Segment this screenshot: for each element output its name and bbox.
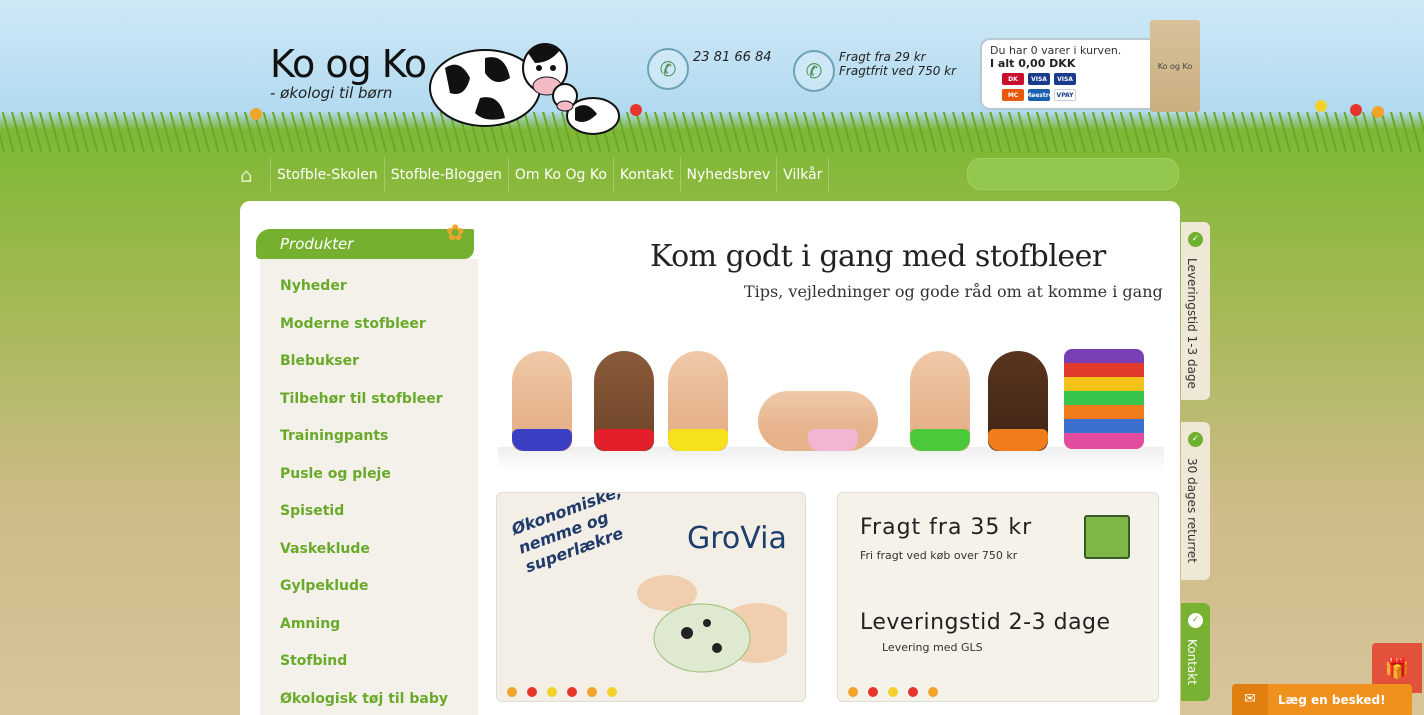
category-list: Nyheder Moderne stofbleer Blebukser Tilb… bbox=[280, 277, 448, 715]
check-icon: ✓ bbox=[1188, 613, 1203, 628]
phone-number: 23 81 66 84 bbox=[693, 50, 772, 65]
baby-figure bbox=[668, 351, 728, 451]
category-tilbehor[interactable]: Tilbehør til stofbleer bbox=[280, 390, 448, 428]
baby-figure bbox=[988, 351, 1048, 451]
chat-widget[interactable]: ✉ Læg en besked! bbox=[1232, 684, 1412, 715]
tab-kontakt-label: Kontakt bbox=[1185, 639, 1199, 685]
tab-leveringstid[interactable]: ✓ Leveringstid 1-3 dage bbox=[1181, 222, 1210, 400]
chat-label: Læg en besked! bbox=[1278, 692, 1386, 707]
banner-title[interactable]: Kom godt i gang med stofbleer bbox=[650, 239, 1106, 274]
maestro-icon: Maestro bbox=[1025, 89, 1053, 101]
home-icon[interactable]: ⌂ bbox=[240, 164, 262, 186]
phone-contact[interactable]: ✆ 23 81 66 84 bbox=[647, 48, 772, 90]
vpay-icon: VPAY bbox=[1054, 89, 1076, 101]
category-moderne-stofbleer[interactable]: Moderne stofbleer bbox=[280, 315, 448, 353]
nav-item-stofble-skolen[interactable]: Stofble-Skolen bbox=[270, 157, 384, 193]
nav-item-nyhedsbrev[interactable]: Nyhedsbrev bbox=[679, 157, 777, 193]
promo-flowers bbox=[848, 687, 938, 697]
category-stofbind[interactable]: Stofbind bbox=[280, 652, 448, 690]
phone-icon: ✆ bbox=[647, 48, 689, 90]
sidebar-heading: Produkter bbox=[256, 229, 474, 259]
envelope-icon: ✉ bbox=[1232, 684, 1268, 715]
flower-icon: ✿ bbox=[446, 221, 465, 246]
category-vaskeklude[interactable]: Vaskeklude bbox=[280, 540, 448, 578]
payment-cards: DK VISA VISA MC Maestro VPAY bbox=[1002, 73, 1092, 101]
mini-cart[interactable]: Du har 0 varer i kurven. I alt 0,00 DKK … bbox=[980, 20, 1200, 112]
nav-item-om-ko-og-ko[interactable]: Om Ko Og Ko bbox=[507, 157, 613, 193]
check-icon: ✓ bbox=[1188, 232, 1203, 247]
search-input[interactable] bbox=[967, 158, 1179, 190]
flower-icon bbox=[1315, 100, 1327, 112]
tab-returret[interactable]: ✓ 30 dages returret bbox=[1181, 422, 1210, 580]
mastercard-icon: MC bbox=[1002, 89, 1024, 101]
truck-icon bbox=[1084, 515, 1130, 559]
delivery-subtitle: Levering med GLS bbox=[882, 641, 983, 654]
flower-icon bbox=[1350, 104, 1362, 116]
check-icon: ✓ bbox=[1188, 432, 1203, 447]
banner-subtitle: Tips, vejledninger og gode råd om at kom… bbox=[744, 282, 1163, 301]
visa-electron-icon: VISA bbox=[1054, 73, 1076, 85]
tab-returret-label: 30 dages returret bbox=[1185, 458, 1199, 563]
category-gylpeklude[interactable]: Gylpeklude bbox=[280, 577, 448, 615]
category-nyheder[interactable]: Nyheder bbox=[280, 277, 448, 315]
logo-title: Ko og Ko bbox=[270, 42, 427, 86]
shipping-info: ✆ Fragt fra 29 kr Fragtfrit ved 750 kr bbox=[793, 50, 956, 92]
nav-item-stofble-bloggen[interactable]: Stofble-Bloggen bbox=[383, 157, 508, 193]
main-content: Produkter ✿ Nyheder Moderne stofbleer Bl… bbox=[240, 201, 1180, 715]
phone-icon: ✆ bbox=[793, 50, 835, 92]
baby-figure bbox=[910, 351, 970, 451]
shipping-promo-subtitle: Fri fragt ved køb over 750 kr bbox=[860, 549, 1018, 562]
diaper-stack bbox=[1064, 349, 1144, 449]
category-pusle-og-pleje[interactable]: Pusle og pleje bbox=[280, 465, 448, 503]
site-logo[interactable]: Ko og Ko - økologi til børn bbox=[270, 42, 427, 102]
bag-label: Ko og Ko bbox=[1157, 61, 1193, 71]
tab-kontakt[interactable]: ✓ Kontakt bbox=[1181, 603, 1210, 701]
main-nav: ⌂ Stofble-Skolen Stofble-Bloggen Om Ko O… bbox=[240, 157, 830, 193]
category-trainingpants[interactable]: Trainingpants bbox=[280, 427, 448, 465]
banner-babies-image[interactable] bbox=[498, 313, 1164, 471]
shipping-promo[interactable]: Fragt fra 35 kr Fri fragt ved køb over 7… bbox=[837, 492, 1159, 702]
tab-leveringstid-label: Leveringstid 1-3 dage bbox=[1185, 258, 1199, 389]
nav-item-vilkar[interactable]: Vilkår bbox=[776, 157, 830, 193]
category-spisetid[interactable]: Spisetid bbox=[280, 502, 448, 540]
visa-icon: VISA bbox=[1028, 73, 1050, 85]
category-amning[interactable]: Amning bbox=[280, 615, 448, 653]
shipping-promo-title: Fragt fra 35 kr bbox=[860, 515, 1033, 540]
shipping-line-1: Fragt fra 29 kr bbox=[839, 50, 926, 64]
logo-subtitle: - økologi til børn bbox=[270, 84, 393, 102]
shipping-line-2: Fragtfrit ved 750 kr bbox=[839, 64, 957, 78]
flower-icon bbox=[250, 108, 262, 120]
flower-icon bbox=[630, 104, 642, 116]
flower-icon bbox=[1372, 106, 1384, 118]
delivery-title: Leveringstid 2-3 dage bbox=[860, 610, 1111, 635]
category-okologisk-toj[interactable]: Økologisk tøj til baby bbox=[280, 690, 448, 715]
baby-in-diaper-image bbox=[637, 575, 787, 673]
cow-illustration bbox=[429, 43, 620, 135]
dankort-icon: DK bbox=[1002, 73, 1024, 85]
baby-figure bbox=[512, 351, 572, 451]
site-header: Ko og Ko - økologi til børn ✆ 23 81 66 8… bbox=[225, 0, 1200, 140]
category-blebukser[interactable]: Blebukser bbox=[280, 352, 448, 390]
baby-figure bbox=[758, 391, 878, 451]
grovia-promo[interactable]: Økonomiske, nemme og superlækre GroVia bbox=[496, 492, 806, 702]
nav-item-kontakt[interactable]: Kontakt bbox=[612, 157, 680, 193]
baby-figure bbox=[594, 351, 654, 451]
grovia-logo: GroVia bbox=[687, 521, 787, 556]
promo-flowers bbox=[507, 687, 617, 697]
shopping-bag-icon[interactable]: Ko og Ko bbox=[1150, 20, 1200, 112]
